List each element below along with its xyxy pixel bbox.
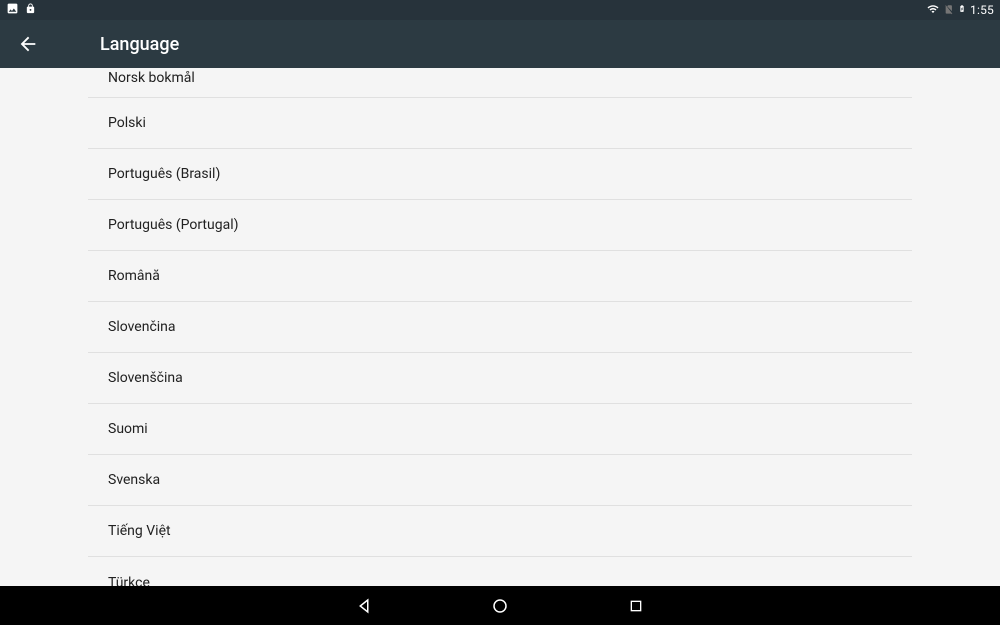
list-item[interactable]: Suomi (88, 404, 912, 455)
list-item[interactable]: Português (Portugal) (88, 200, 912, 251)
app-bar: Language (0, 20, 1000, 68)
page-title: Language (100, 34, 179, 55)
circle-home-icon (491, 597, 509, 615)
language-label: Slovenščina (108, 370, 183, 386)
status-left (6, 2, 36, 18)
status-right: 1:55 (926, 2, 994, 18)
list-item[interactable]: Polski (88, 98, 912, 149)
list-item[interactable]: Tiếng Việt (88, 506, 912, 557)
list-item[interactable]: Türkçe (88, 557, 912, 586)
arrow-back-icon (17, 33, 39, 55)
list-item[interactable]: Română (88, 251, 912, 302)
battery-icon (958, 2, 966, 18)
image-icon (6, 2, 19, 18)
language-label: Svenska (108, 472, 160, 488)
language-label: Slovenčina (108, 319, 176, 335)
language-label: Português (Portugal) (108, 217, 238, 233)
back-button[interactable] (16, 32, 40, 56)
navigation-bar (0, 586, 1000, 625)
language-list: Norsk bokmål Polski Português (Brasil) P… (88, 68, 912, 586)
triangle-back-icon (355, 597, 373, 615)
language-label: Suomi (108, 421, 148, 437)
list-item[interactable]: Svenska (88, 455, 912, 506)
language-label: Tiếng Việt (108, 523, 171, 539)
wifi-icon (926, 3, 940, 18)
list-item[interactable]: Slovenščina (88, 353, 912, 404)
language-label: Português (Brasil) (108, 166, 220, 182)
language-label: Polski (108, 115, 146, 131)
language-label: Română (108, 268, 160, 284)
list-item[interactable]: Norsk bokmål (88, 68, 912, 98)
lock-icon (25, 3, 36, 17)
language-label: Türkçe (108, 575, 150, 587)
language-label: Norsk bokmål (108, 70, 195, 86)
nav-recent-button[interactable] (626, 596, 646, 616)
square-recent-icon (628, 598, 644, 614)
status-bar: 1:55 (0, 0, 1000, 20)
list-item[interactable]: Português (Brasil) (88, 149, 912, 200)
nav-back-button[interactable] (354, 596, 374, 616)
status-clock: 1:55 (970, 3, 994, 17)
content-area: Norsk bokmål Polski Português (Brasil) P… (0, 68, 1000, 586)
no-sim-icon (944, 3, 954, 18)
nav-home-button[interactable] (490, 596, 510, 616)
list-item[interactable]: Slovenčina (88, 302, 912, 353)
